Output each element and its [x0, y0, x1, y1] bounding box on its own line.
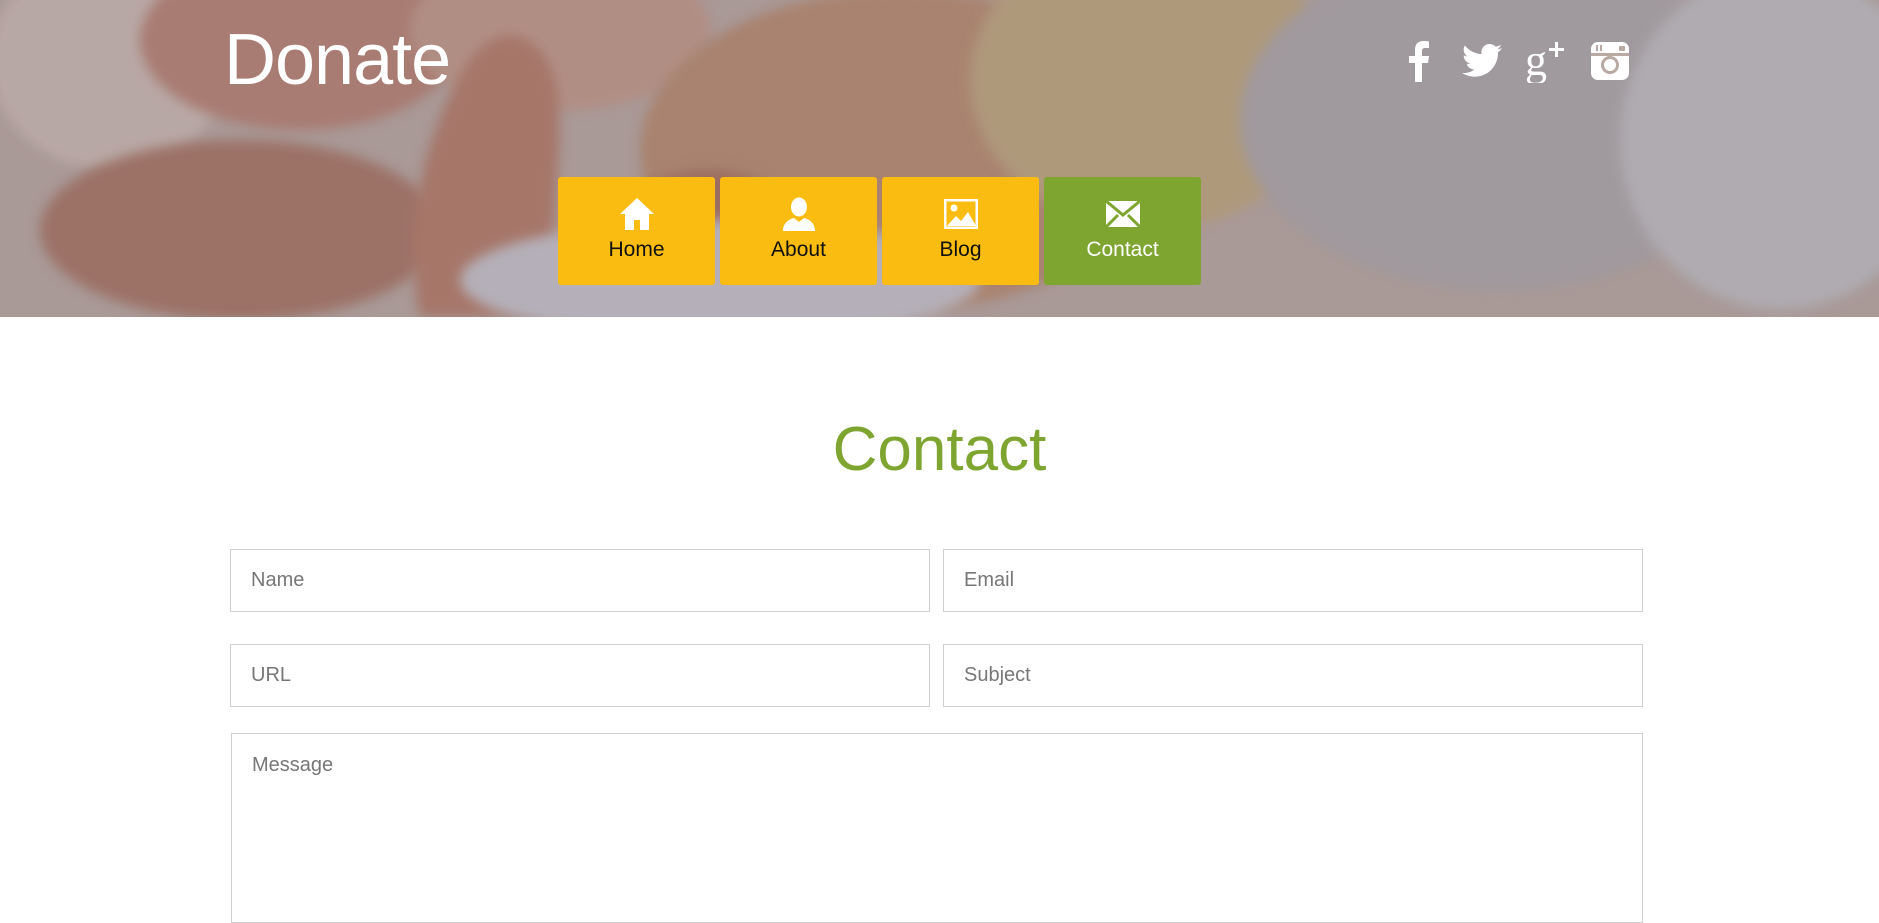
- twitter-icon[interactable]: [1461, 38, 1503, 84]
- image-icon: [943, 195, 978, 233]
- social-links: g: [1397, 38, 1631, 84]
- name-field[interactable]: [230, 549, 930, 612]
- svg-text:g: g: [1525, 39, 1547, 83]
- url-field[interactable]: [230, 644, 930, 707]
- subject-field[interactable]: [943, 644, 1643, 707]
- hero-header: Donate g Home About Blog Contact: [0, 0, 1879, 317]
- site-logo[interactable]: Donate: [224, 20, 451, 100]
- nav-item-contact[interactable]: Contact: [1044, 177, 1201, 285]
- contact-section-title: Contact: [832, 415, 1047, 484]
- google-plus-icon[interactable]: g: [1525, 38, 1567, 84]
- instagram-icon[interactable]: [1589, 38, 1631, 84]
- nav-label-contact: Contact: [1086, 238, 1159, 261]
- envelope-icon: [1104, 195, 1141, 233]
- nav-item-about[interactable]: About: [720, 177, 877, 285]
- nav-item-blog[interactable]: Blog: [882, 177, 1039, 285]
- facebook-icon[interactable]: [1397, 38, 1439, 84]
- message-field[interactable]: [231, 733, 1643, 923]
- nav-label-blog: Blog: [939, 238, 982, 261]
- nav-label-about: About: [771, 238, 826, 261]
- nav-label-home: Home: [608, 238, 665, 261]
- nav-item-home[interactable]: Home: [558, 177, 715, 285]
- user-icon: [782, 195, 816, 233]
- email-field[interactable]: [943, 549, 1643, 612]
- home-icon: [619, 195, 655, 233]
- main-navigation: Home About Blog Contact: [558, 177, 1201, 285]
